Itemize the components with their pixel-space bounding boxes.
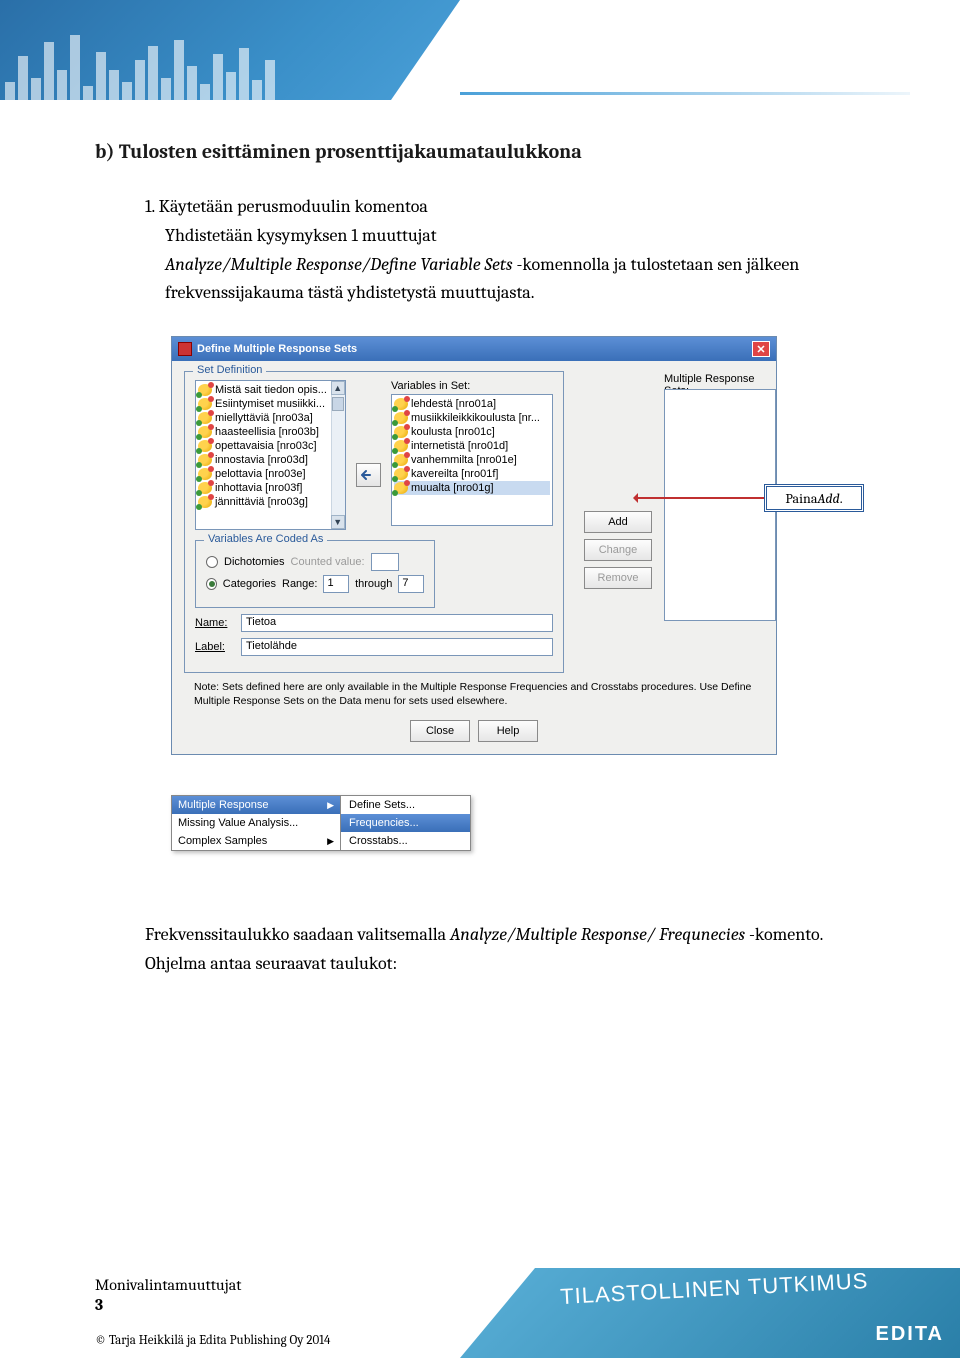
variable-icon [394,412,408,424]
categories-radio[interactable] [206,578,217,590]
scrollbar-thumb[interactable] [332,397,344,411]
label-label: Label: [195,641,235,653]
variable-icon [394,440,408,452]
range-from-input[interactable]: 1 [323,575,349,593]
submenu-item-crosstabs[interactable]: Crosstabs... [341,832,470,850]
variable-icon [394,426,408,438]
chevron-right-icon: ▶ [327,800,334,811]
step-number: 1. [145,196,155,217]
book-title: TILASTOLLINEN TUTKIMUS [560,1268,869,1310]
variable-icon [394,468,408,480]
menu-screenshot: Multiple Response▶ Missing Value Analysi… [171,795,471,851]
variables-in-set-list[interactable]: lehdestä [nro01a] musiikkileikkikoulusta… [391,394,553,526]
name-input[interactable]: Tietoa [241,614,553,632]
variable-icon [198,384,212,396]
step-command: Analyze/Multiple Response/Define Variabl… [165,254,513,275]
dialog-titlebar: Define Multiple Response Sets ✕ [172,337,776,361]
callout-box: Paina Add . [764,484,864,512]
menu-item-multiple-response[interactable]: Multiple Response▶ [172,796,340,814]
dialog-screenshot: Define Multiple Response Sets ✕ Set Defi… [171,336,885,755]
dialog-title: Define Multiple Response Sets [197,343,357,355]
footer-banner: TILASTOLLINEN TUTKIMUS EDITA [460,1268,960,1358]
para2-command: Analyze/Multiple Response/ Frequnecies [450,924,749,945]
help-button[interactable]: Help [478,720,538,742]
section-heading: b) Tulosten esittäminen prosenttijakauma… [95,140,885,163]
through-label: through [355,578,392,590]
publisher-logo: EDITA [875,1323,944,1346]
change-button[interactable]: Change [584,539,652,561]
range-label: Range: [282,578,317,590]
available-variables-list[interactable]: ▲ ▼ Mistä sait tiedon opis... Esiintymis… [195,380,346,530]
variable-icon [198,468,212,480]
range-to-input[interactable]: 7 [398,575,424,593]
scroll-up-icon[interactable]: ▲ [331,381,345,395]
dichotomies-label: Dichotomies [224,556,285,568]
variable-icon [394,398,408,410]
multiple-response-sets-list[interactable] [664,389,776,621]
variables-in-set-label: Variables in Set: [391,380,553,392]
footer-copyright: © Tarja Heikkilä ja Edita Publishing Oy … [95,1333,330,1348]
header-divider [460,92,910,95]
variable-icon [198,412,212,424]
variable-icon [394,454,408,466]
add-button[interactable]: Add [584,511,652,533]
variable-icon [198,398,212,410]
variable-icon [198,482,212,494]
set-definition-fieldset: Set Definition ▲ ▼ Mistä sait tiedon opi… [184,371,564,673]
name-label: Name: [195,617,235,629]
variables-coded-as-legend: Variables Are Coded As [204,533,327,545]
variable-icon [198,454,212,466]
app-icon [178,342,192,356]
submenu-item-frequencies[interactable]: Frequencies... [341,814,470,832]
chevron-right-icon: ▶ [327,836,334,847]
variable-icon [198,426,212,438]
variable-icon [198,440,212,452]
menu-item-missing-value[interactable]: Missing Value Analysis... [172,814,340,832]
result-paragraph: Frekvenssitaulukko saadaan valitsemalla … [145,921,885,979]
set-definition-legend: Set Definition [193,364,266,376]
dichotomies-radio[interactable] [206,556,218,568]
page-number: 3 [95,1296,241,1314]
label-input[interactable]: Tietolähde [241,638,553,656]
multiple-response-submenu: Define Sets... Frequencies... Crosstabs.… [341,795,471,851]
variable-icon [198,496,212,508]
move-variable-button[interactable] [356,463,381,487]
callout-action: Add [817,490,839,507]
para2-line-a: Frekvenssitaulukko saadaan valitsemalla [145,924,450,945]
submenu-item-define-sets[interactable]: Define Sets... [341,796,470,814]
close-icon[interactable]: ✕ [752,341,770,357]
callout-suffix: . [840,490,843,507]
analyze-menu: Multiple Response▶ Missing Value Analysi… [171,795,341,851]
banner-bars-decoration [5,35,275,100]
step-1-paragraph: 1. Käytetään perusmoduulin komentoa Yhdi… [145,193,885,308]
variables-coded-as-fieldset: Variables Are Coded As Dichotomies Count… [195,540,435,608]
scrollbar-track[interactable] [331,395,345,515]
step-intro: Käytetään perusmoduulin komentoa [159,196,428,217]
counted-value-input [371,553,399,571]
callout-prefix: Paina [785,490,817,507]
close-button[interactable]: Close [410,720,470,742]
define-multiple-response-sets-dialog: Define Multiple Response Sets ✕ Set Defi… [171,336,777,755]
remove-button[interactable]: Remove [584,567,652,589]
scroll-down-icon[interactable]: ▼ [331,515,345,529]
page-footer: Monivalintamuuttujat 3 © Tarja Heikkilä … [0,1243,960,1358]
dialog-note: Note: Sets defined here are only availab… [194,681,754,708]
counted-value-label: Counted value: [291,556,365,568]
variable-icon [394,482,408,494]
categories-label: Categories [223,578,276,590]
callout-arrow [636,497,764,499]
step-line1: Yhdistetään kysymyksen 1 muuttujat [165,225,437,246]
menu-item-complex-samples[interactable]: Complex Samples▶ [172,832,340,850]
page-header-banner [0,0,460,100]
footer-title: Monivalintamuuttujat [95,1276,241,1294]
